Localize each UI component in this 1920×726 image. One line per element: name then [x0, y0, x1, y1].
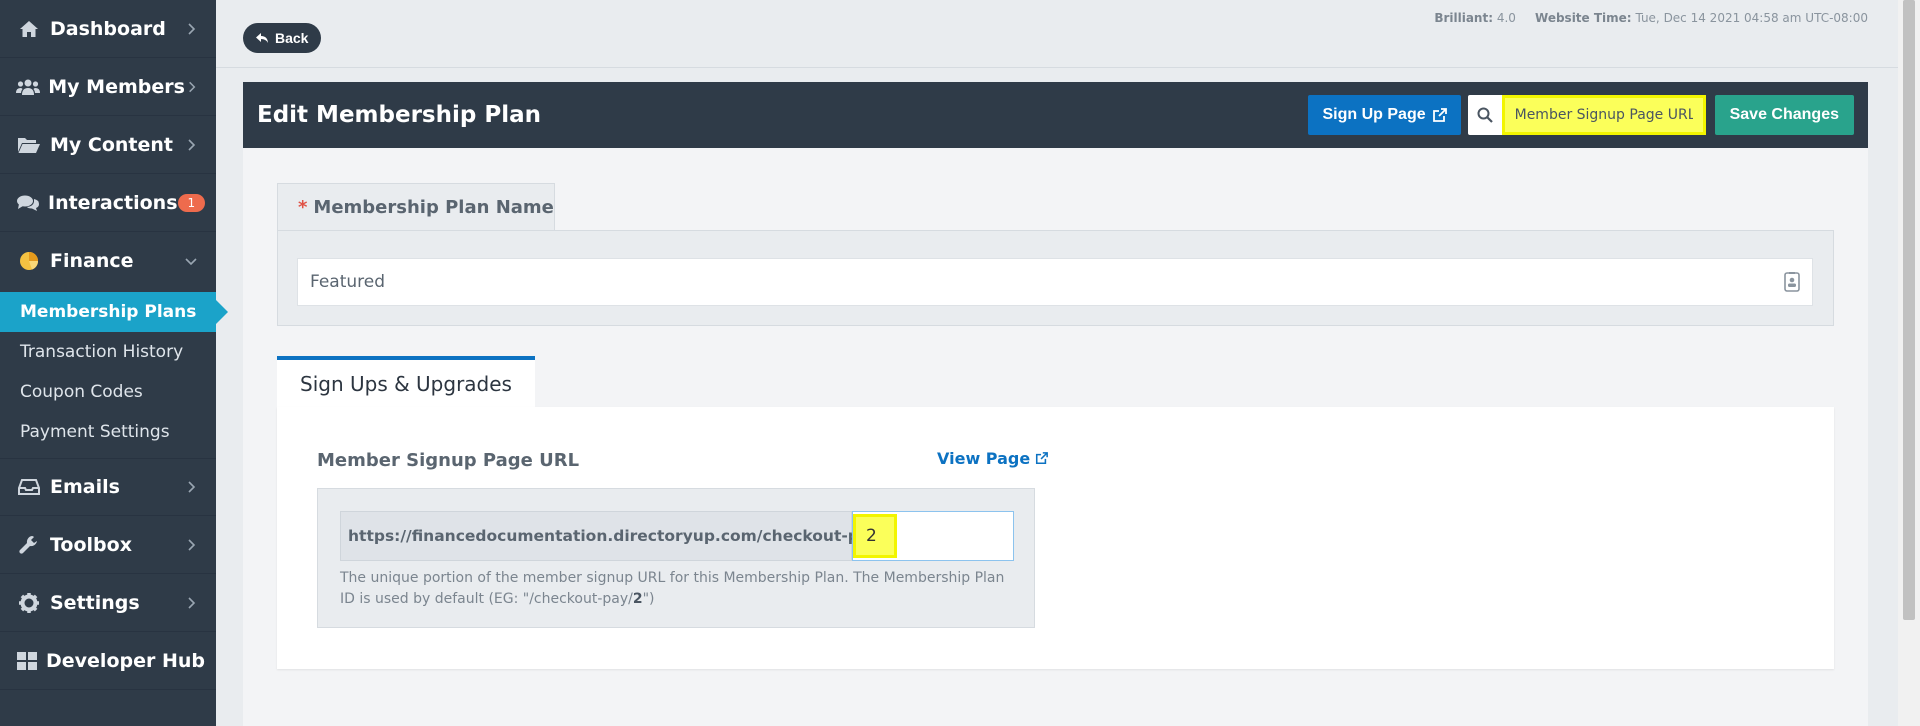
sidebar-item-label: My Content	[50, 133, 174, 156]
sidebar-item-settings[interactable]: Settings	[0, 574, 216, 632]
external-link-icon	[1432, 107, 1447, 122]
edit-plan-header: Edit Membership Plan Sign Up Page Save C…	[243, 82, 1868, 148]
signup-url-group: https://financedocumentation.directoryup…	[317, 488, 1035, 628]
help-text-bold: 2	[632, 591, 643, 607]
signup-url-label: Member Signup Page URL	[317, 450, 580, 471]
sidebar-item-label: Finance	[50, 250, 134, 272]
grid-icon	[16, 650, 38, 672]
website-time-value: Tue, Dec 14 2021 04:58 am UTC-08:00	[1635, 11, 1868, 25]
plan-name-section: * Membership Plan Name Featured	[277, 183, 1834, 326]
chevron-right-icon	[188, 138, 196, 151]
home-icon	[16, 18, 42, 40]
inbox-icon	[16, 476, 42, 498]
chevron-right-icon	[188, 481, 196, 493]
settings-search-input[interactable]	[1501, 95, 1706, 135]
system-info: Brilliant: 4.0 Website Time: Tue, Dec 14…	[1434, 11, 1868, 25]
finance-submenu: Membership Plans Transaction History Cou…	[0, 290, 228, 458]
tab-label: Membership Plan Name	[313, 197, 554, 218]
sidebar-item-finance[interactable]: Finance	[0, 232, 216, 290]
view-page-label: View Page	[937, 449, 1031, 468]
plan-name-field[interactable]: Featured	[297, 258, 1813, 306]
pie-chart-icon	[16, 250, 42, 272]
sidebar-item-payment-settings[interactable]: Payment Settings	[0, 412, 216, 452]
sidebar-item-interactions[interactable]: Interactions 1	[0, 174, 216, 232]
sidebar-item-my-members[interactable]: My Members	[0, 58, 216, 116]
contact-card-icon	[1784, 272, 1800, 292]
plan-name-body: Featured	[277, 230, 1834, 326]
gear-icon	[16, 592, 42, 614]
reply-arrow-icon	[256, 33, 268, 43]
sidebar-item-label: Toolbox	[50, 533, 132, 556]
sign-ups-section: Member Signup Page URL View Page https:/…	[277, 407, 1834, 669]
required-marker: *	[298, 197, 308, 218]
sidebar-item-label: Interactions	[48, 191, 178, 214]
wrench-icon	[16, 534, 42, 556]
sidebar-item-membership-plans[interactable]: Membership Plans	[0, 292, 228, 332]
sign-up-page-label: Sign Up Page	[1322, 106, 1426, 123]
sidebar-item-developer-hub[interactable]: Developer Hub	[0, 632, 216, 690]
chevron-down-icon	[185, 258, 197, 266]
page-scrollbar[interactable]	[1898, 0, 1920, 726]
back-button-label: Back	[275, 30, 309, 46]
plan-name-value: Featured	[310, 272, 386, 292]
tab-sign-ups-upgrades[interactable]: Sign Ups & Upgrades	[277, 356, 535, 407]
users-icon	[16, 76, 41, 98]
help-text-part2: ")	[642, 591, 655, 607]
settings-search	[1467, 95, 1706, 135]
chevron-right-icon	[188, 538, 196, 551]
url-prefix: https://financedocumentation.directoryup…	[340, 511, 885, 561]
signup-url-input[interactable]: 2	[852, 511, 1014, 561]
sidebar-item-transaction-history[interactable]: Transaction History	[0, 332, 216, 372]
sidebar-item-emails[interactable]: Emails	[0, 458, 216, 516]
main-content: Back Brilliant: 4.0 Website Time: Tue, D…	[216, 0, 1920, 726]
scrollbar-thumb[interactable]	[1903, 0, 1915, 620]
version-value: 4.0	[1496, 11, 1516, 25]
sidebar: Dashboard My Members My Content Interact…	[0, 0, 228, 726]
notification-badge: 1	[177, 193, 206, 212]
view-page-link[interactable]: View Page	[937, 449, 1049, 468]
website-time-label: Website Time:	[1535, 11, 1632, 25]
tab-membership-plan-name[interactable]: * Membership Plan Name	[277, 183, 555, 231]
save-changes-button[interactable]: Save Changes	[1714, 95, 1854, 135]
sidebar-item-my-content[interactable]: My Content	[0, 116, 216, 174]
comments-icon	[16, 192, 40, 214]
signup-url-help: The unique portion of the member signup …	[340, 568, 1020, 610]
edit-plan-card: Edit Membership Plan Sign Up Page Save C…	[243, 82, 1868, 726]
sidebar-item-label: My Members	[48, 75, 185, 98]
chevron-right-icon	[188, 22, 196, 35]
sidebar-item-label: Emails	[50, 476, 120, 498]
help-text-part1: The unique portion of the member signup …	[340, 570, 1005, 607]
page-title: Edit Membership Plan	[257, 102, 541, 128]
sidebar-item-coupon-codes[interactable]: Coupon Codes	[0, 372, 216, 412]
sign-up-page-button[interactable]: Sign Up Page	[1308, 95, 1461, 135]
chevron-right-icon	[188, 596, 196, 609]
top-bar: Back Brilliant: 4.0 Website Time: Tue, D…	[216, 0, 1920, 68]
back-button[interactable]: Back	[243, 23, 322, 53]
external-link-icon	[1036, 452, 1049, 465]
sidebar-item-dashboard[interactable]: Dashboard	[0, 0, 216, 58]
chevron-right-icon	[189, 81, 196, 92]
signup-url-value: 2	[853, 514, 897, 558]
sidebar-item-label: Settings	[50, 591, 140, 614]
search-icon	[1467, 95, 1502, 135]
sidebar-item-label: Developer Hub	[46, 649, 205, 672]
sidebar-item-toolbox[interactable]: Toolbox	[0, 516, 216, 574]
version-label: Brilliant:	[1434, 11, 1494, 25]
sidebar-item-label: Dashboard	[50, 17, 166, 40]
folder-open-icon	[16, 134, 42, 156]
